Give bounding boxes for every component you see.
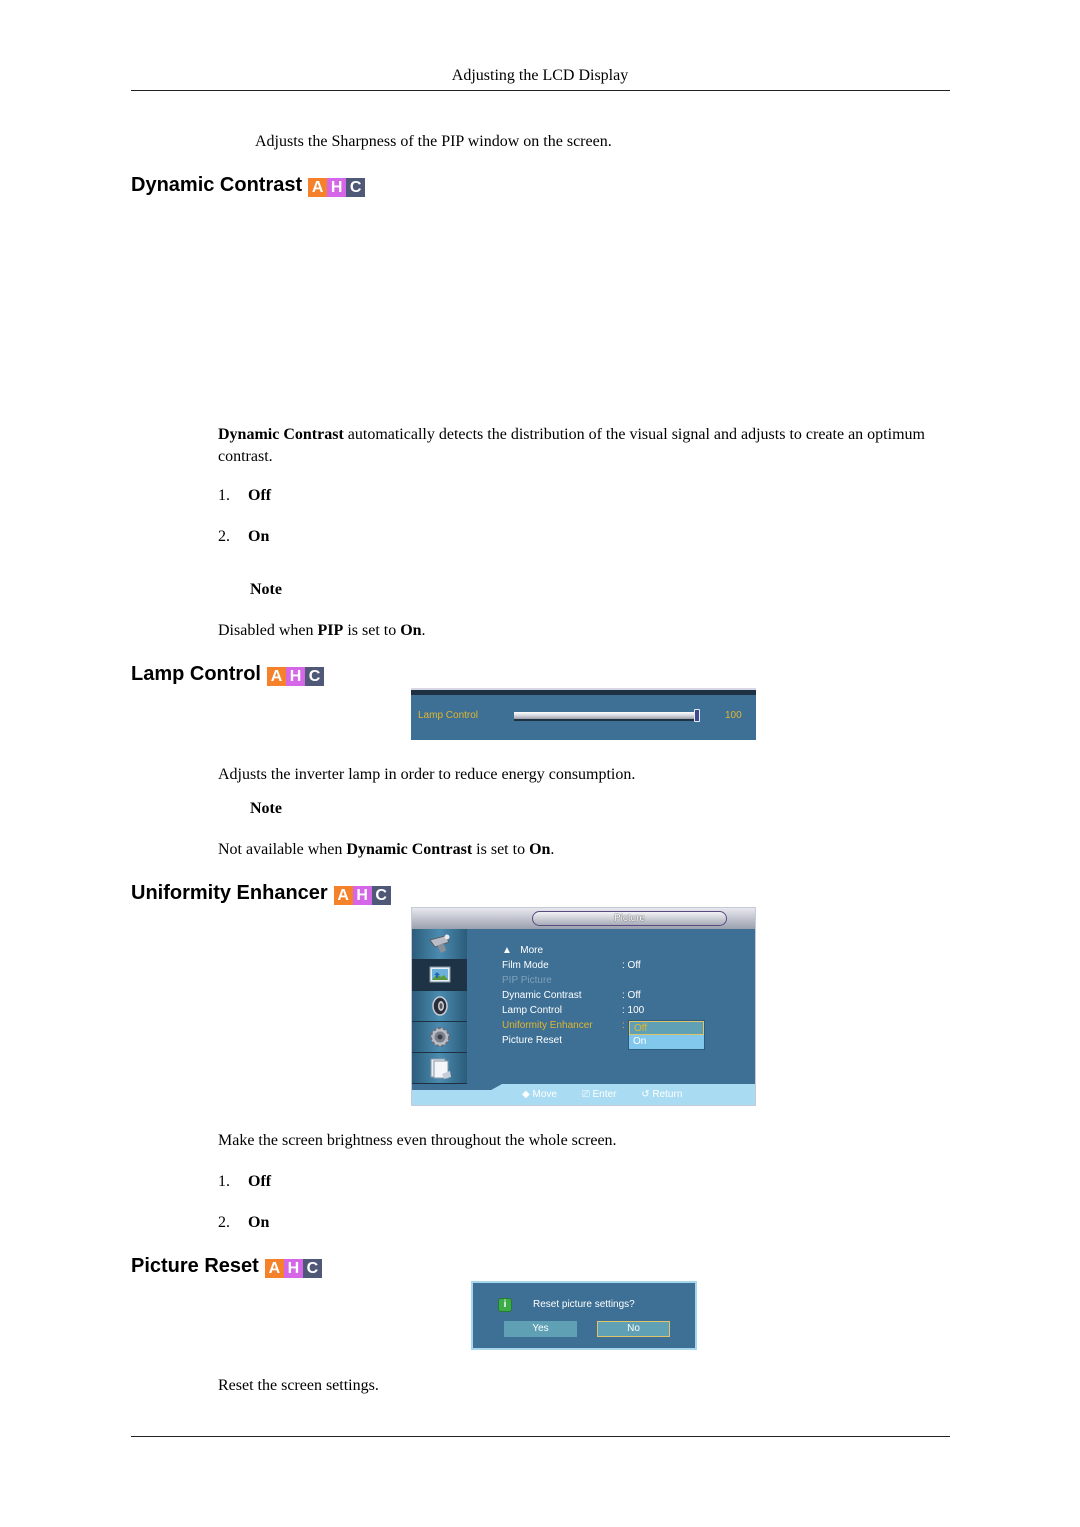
menu-item[interactable]: Dynamic Contrast: Off — [502, 988, 752, 1003]
menu-item[interactable]: Picture Reset — [502, 1033, 752, 1048]
enter-icon: ⎚ — [581, 1089, 590, 1100]
reset-message: Reset picture settings? — [533, 1299, 635, 1310]
sidebar-item-setup[interactable] — [412, 1022, 467, 1053]
menu-item-selected[interactable]: Uniformity Enhancer: — [502, 1018, 752, 1033]
intro-text: Adjusts the Sharpness of the PIP window … — [255, 133, 612, 150]
sidebar-item-multi-control[interactable] — [412, 1053, 467, 1084]
note-text: Disabled when PIP is set to On. — [218, 622, 426, 639]
no-button[interactable]: No — [597, 1321, 670, 1337]
ahc-badge-icon: AHC — [267, 667, 324, 686]
osd-sidebar — [412, 929, 467, 1086]
menu-item: PIP Picture — [502, 975, 552, 986]
lamp-control-description: Adjusts the inverter lamp in order to re… — [218, 766, 636, 783]
return-icon: ↺ — [641, 1089, 650, 1100]
hint-bar-tab — [412, 1084, 502, 1090]
dynamic-contrast-description: Dynamic Contrast automatically detects t… — [218, 426, 925, 465]
osd-menu-list: ▲ More Film Mode: Off PIP Picture Dynami… — [502, 943, 752, 1048]
uniformity-enhancer-description: Make the screen brightness even througho… — [218, 1132, 617, 1149]
slider-fill — [514, 712, 700, 719]
list-item: 1. Off — [218, 1173, 272, 1190]
header-rule — [131, 90, 950, 91]
dropdown-option[interactable]: On — [629, 1035, 704, 1049]
sidebar-item-input[interactable] — [412, 929, 467, 960]
multi-control-icon — [430, 1058, 451, 1079]
osd-title-bar: Picture — [412, 908, 755, 929]
ahc-badge-icon: AHC — [264, 1259, 322, 1278]
lamp-control-osd-screenshot: Lamp Control 100 — [411, 690, 756, 740]
note-label: Note — [250, 800, 282, 817]
return-hint: ↺ Return — [641, 1089, 683, 1100]
uniformity-enhancer-dropdown[interactable]: Off On — [628, 1020, 705, 1050]
move-hint: ◆ Move — [522, 1089, 557, 1100]
sound-icon — [431, 996, 448, 1016]
osd-title: Picture — [532, 911, 727, 926]
picture-menu-osd-screenshot: Picture ▲ More Film Mode: Off PIP Pictur… — [411, 907, 756, 1106]
move-arrows-icon: ◆ — [522, 1089, 530, 1100]
note-label: Note — [250, 581, 282, 598]
lamp-control-slider[interactable] — [514, 709, 700, 722]
ahc-badge-icon: AHC — [308, 178, 366, 197]
osd-hint-bar: ◆ Move ⎚ Enter ↺ Return — [412, 1084, 755, 1105]
reset-dialog-osd-screenshot: i Reset picture settings? Yes No — [471, 1281, 697, 1350]
picture-icon — [429, 966, 450, 983]
nav-hints: ◆ Move ⎚ Enter ↺ Return — [522, 1088, 704, 1101]
menu-item[interactable]: Lamp Control: 100 — [502, 1003, 752, 1018]
sidebar-item-picture[interactable] — [412, 960, 467, 991]
section-heading-picture-reset: Picture Reset A H C — [131, 1254, 322, 1278]
section-heading-dynamic-contrast: Dynamic Contrast A H C — [131, 173, 366, 197]
section-heading-uniformity-enhancer: Uniformity Enhancer A H C — [131, 881, 391, 905]
ahc-badge-icon: AHC — [333, 886, 391, 905]
lamp-control-value: 100 — [725, 710, 742, 721]
page-header-title: Adjusting the LCD Display — [451, 67, 629, 84]
setup-icon — [429, 1027, 450, 1047]
input-icon — [428, 934, 450, 953]
enter-hint: ⎚ Enter — [581, 1089, 617, 1100]
lamp-control-label: Lamp Control — [418, 710, 479, 721]
list-item: 2. On — [218, 528, 270, 545]
heading-text: Lamp Control — [131, 663, 261, 685]
triangle-up-icon: ▲ — [502, 945, 512, 956]
footer-rule — [131, 1436, 950, 1437]
heading-text: Picture Reset — [131, 1255, 259, 1277]
picture-reset-description: Reset the screen settings. — [218, 1377, 379, 1394]
note-text: Not available when Dynamic Contrast is s… — [218, 841, 555, 858]
dropdown-option-selected[interactable]: Off — [629, 1021, 704, 1035]
info-icon: i — [498, 1298, 512, 1312]
heading-text: Dynamic Contrast — [131, 174, 303, 196]
yes-button[interactable]: Yes — [504, 1321, 577, 1337]
section-heading-lamp-control: Lamp Control A H C — [131, 662, 324, 686]
slider-thumb[interactable] — [694, 709, 700, 722]
menu-item-more[interactable]: ▲ More — [502, 943, 752, 958]
list-item: 2. On — [218, 1214, 270, 1231]
menu-item[interactable]: Film Mode: Off — [502, 958, 752, 973]
sidebar-item-sound[interactable] — [412, 991, 467, 1022]
list-item: 1. Off — [218, 487, 272, 504]
heading-text: Uniformity Enhancer — [131, 882, 328, 904]
